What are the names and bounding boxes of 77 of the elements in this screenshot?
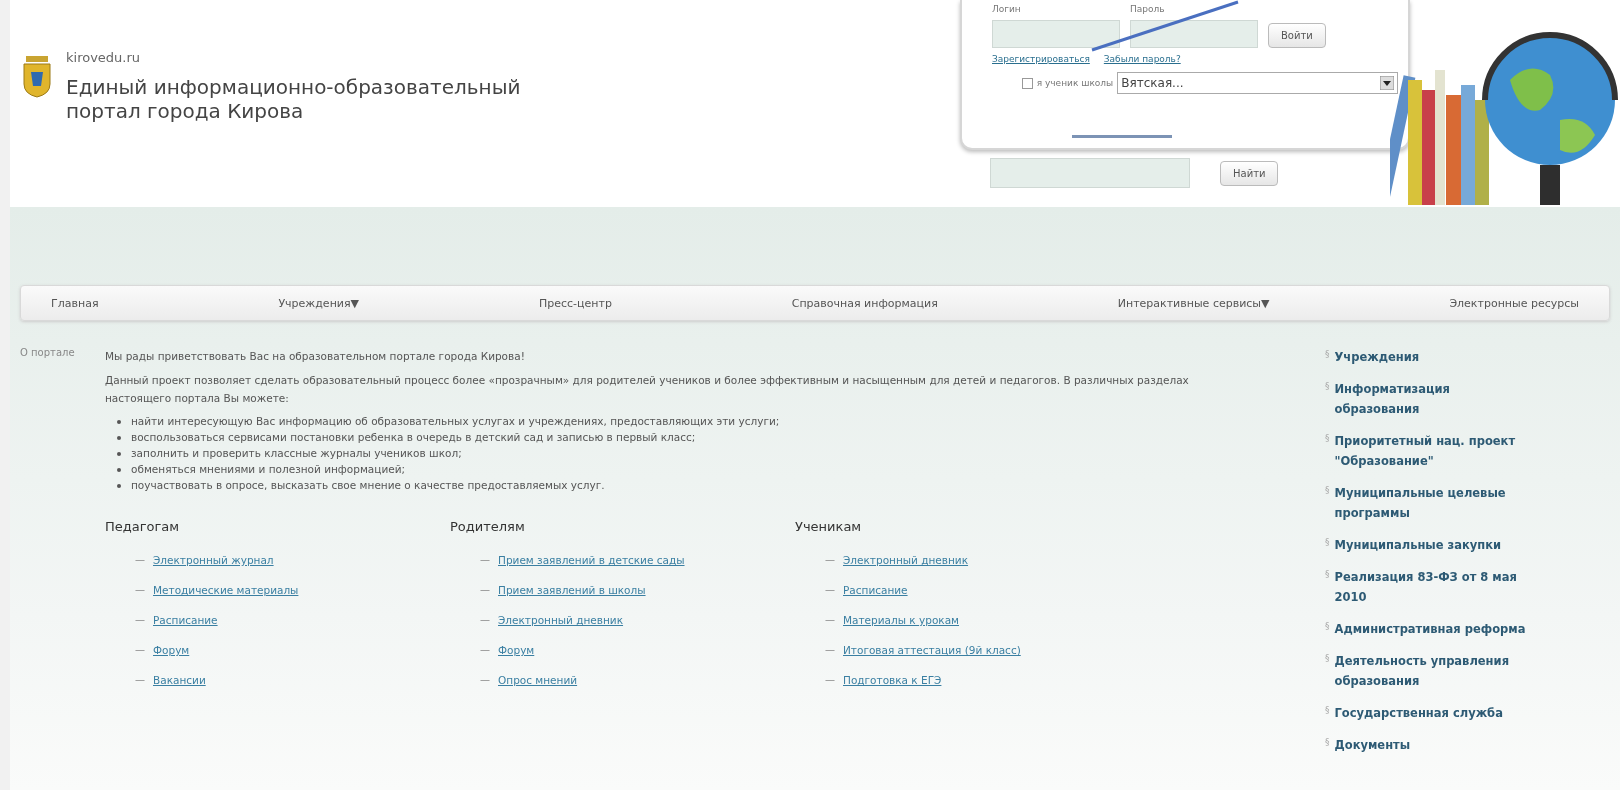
menu-item[interactable]: Главная bbox=[51, 296, 99, 310]
school-select[interactable]: Вятская... bbox=[1117, 72, 1398, 94]
bullet-text: воспользоваться сервисами постановки ребенка в очередь в детский сад и записью в первый класс; bbox=[131, 430, 696, 445]
dash-marker: — bbox=[135, 554, 145, 567]
column-heading: Ученикам bbox=[795, 519, 863, 534]
section-link[interactable]: Методические материалы bbox=[153, 584, 299, 614]
dash-marker: — bbox=[135, 644, 145, 657]
section-link[interactable]: Электронный журнал bbox=[153, 554, 274, 584]
bullet-text: найти интересующую Вас информацию об образовательных услугах и учреждениях, предоставляющих эти услуги; bbox=[131, 414, 780, 429]
section-link[interactable]: Вакансии bbox=[153, 674, 206, 704]
section-link[interactable]: Прием заявлений в школы bbox=[498, 584, 646, 614]
site-title: Единый информационно-образовательный портал города Кирова bbox=[66, 75, 521, 123]
dash-marker: — bbox=[135, 614, 145, 627]
section-link[interactable]: Расписание bbox=[153, 614, 218, 644]
section-link[interactable]: Расписание bbox=[843, 584, 908, 614]
sidebar-link[interactable]: Муниципальные целевые программы bbox=[1334, 483, 1535, 523]
section-link[interactable]: Электронный дневник bbox=[498, 614, 624, 644]
sidebar-link[interactable]: Государственная служба bbox=[1334, 703, 1535, 723]
section-marker: § bbox=[1325, 348, 1330, 361]
section-link[interactable]: Форум bbox=[498, 644, 535, 674]
sidebar-link[interactable]: Информатизация образования bbox=[1334, 379, 1535, 419]
dash-marker: — bbox=[480, 674, 490, 687]
section-marker: § bbox=[1325, 652, 1330, 665]
section-marker: § bbox=[1325, 620, 1330, 633]
site-domain: kirovedu.ru bbox=[66, 50, 142, 65]
menu-item[interactable]: Интерактивные сервисы▼ bbox=[1117, 296, 1270, 310]
menu-item[interactable]: Справочная информация bbox=[791, 296, 938, 310]
bullet-text: поучаствовать в опросе, высказать свое мнение о качестве предоставляемых услуг. bbox=[131, 478, 605, 493]
dash-marker: — bbox=[480, 584, 490, 597]
register-link[interactable]: Зарегистрироваться bbox=[992, 54, 1090, 64]
dash-marker: — bbox=[825, 614, 835, 627]
dash-marker: — bbox=[135, 674, 145, 687]
menu-item[interactable]: Пресс-центр bbox=[538, 296, 612, 310]
sidebar-link[interactable]: Приоритетный нац. проект "Образование" bbox=[1334, 431, 1535, 471]
dash-marker: — bbox=[825, 584, 835, 597]
dash-marker: — bbox=[135, 584, 145, 597]
sidebar-link[interactable]: Муниципальные закупки bbox=[1334, 535, 1535, 555]
dash-marker: — bbox=[825, 554, 835, 567]
section-marker: § bbox=[1325, 432, 1330, 445]
section-link[interactable]: Итоговая аттестация (9й класс) bbox=[843, 644, 1021, 674]
sidebar-link[interactable]: Документы bbox=[1334, 735, 1535, 755]
forgot-password-link[interactable]: Забыли пароль? bbox=[1103, 54, 1181, 64]
intro-paragraph: Данный проект позволяет сделать образовательный процесс более «прозрачным» для родителей учеников и более эффективным и насыщенным для детей и педагогов. В различных разделах настоящего портала Вы можете: bbox=[105, 373, 1190, 406]
section-marker: § bbox=[1325, 536, 1330, 549]
section-link[interactable]: Опрос мнений bbox=[498, 674, 578, 704]
section-marker: § bbox=[1325, 484, 1330, 497]
menu-item[interactable]: Электронные ресурсы bbox=[1449, 296, 1579, 310]
section-marker: § bbox=[1325, 704, 1330, 717]
login-label: Логин bbox=[992, 4, 1022, 14]
sidebar-link[interactable]: Реализация 83-ФЗ от 8 мая 2010 bbox=[1334, 567, 1535, 607]
column-heading: Родителям bbox=[450, 519, 526, 534]
dash-marker: — bbox=[825, 674, 835, 687]
section-link[interactable]: Материалы к урокам bbox=[843, 614, 959, 644]
dash-marker: — bbox=[480, 554, 490, 567]
login-button[interactable]: Войти bbox=[1268, 23, 1326, 48]
sidebar-link[interactable]: Административная реформа bbox=[1334, 619, 1535, 639]
bullet-text: обменяться мнениями и полезной информацией; bbox=[131, 462, 406, 477]
student-checkbox-label: я ученик школы bbox=[1036, 78, 1114, 88]
section-marker: § bbox=[1325, 568, 1330, 581]
search-button[interactable]: Найти bbox=[1220, 160, 1279, 186]
dash-marker: — bbox=[825, 644, 835, 657]
dash-marker: — bbox=[480, 644, 490, 657]
section-marker: § bbox=[1325, 380, 1330, 393]
section-link[interactable]: Прием заявлений в детские сады bbox=[498, 554, 685, 584]
menu-item[interactable]: Учреждения▼ bbox=[278, 296, 360, 310]
password-label: Пароль bbox=[1130, 4, 1166, 14]
section-label: О портале bbox=[19, 347, 76, 360]
column-heading: Педагогам bbox=[105, 519, 181, 534]
dash-marker: — bbox=[480, 614, 490, 627]
section-link[interactable]: Форум bbox=[153, 644, 190, 674]
section-link[interactable]: Электронный дневник bbox=[843, 554, 969, 584]
sidebar-link[interactable]: Учреждения bbox=[1334, 347, 1535, 367]
sidebar-link[interactable]: Деятельность управления образования bbox=[1334, 651, 1535, 691]
section-marker: § bbox=[1325, 736, 1330, 749]
greeting-text: Мы рады приветствовать Вас на образовательном портале города Кирова! bbox=[105, 349, 526, 364]
bullet-text: заполнить и проверить классные журналы учеников школ; bbox=[131, 446, 462, 461]
section-link[interactable]: Подготовка к ЕГЭ bbox=[843, 674, 942, 704]
